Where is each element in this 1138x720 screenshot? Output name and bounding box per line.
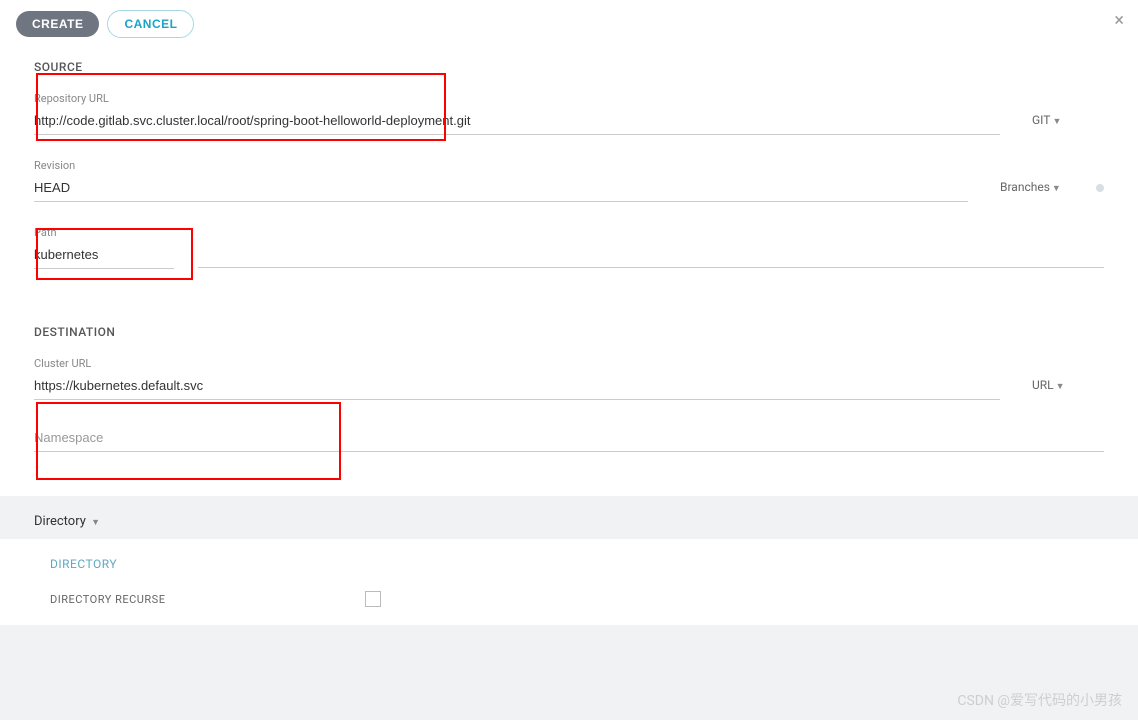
dialog-header: CREATE CANCEL × <box>0 0 1138 48</box>
caret-down-icon: ▼ <box>1052 117 1061 127</box>
repository-url-field: Repository URL <box>34 92 1000 135</box>
revision-input[interactable] <box>34 174 968 202</box>
recurse-checkbox[interactable] <box>365 591 381 607</box>
status-indicator-icon <box>1096 184 1104 192</box>
source-section: SOURCE Repository URL GIT▼ Revision Bran… <box>0 48 1138 299</box>
revision-field: Revision <box>34 159 968 202</box>
path-label: Path <box>34 226 174 239</box>
close-icon[interactable]: × <box>1114 12 1124 30</box>
caret-down-icon: ▼ <box>91 518 100 528</box>
path-field: Path <box>34 226 174 269</box>
directory-type-dropdown[interactable]: Directory ▼ <box>0 496 1138 539</box>
repository-url-label: Repository URL <box>34 92 1000 105</box>
source-title: SOURCE <box>34 60 1104 74</box>
revision-type-dropdown[interactable]: Branches▼ <box>992 180 1072 202</box>
recurse-label: DIRECTORY RECURSE <box>50 593 165 606</box>
path-input[interactable] <box>34 241 174 269</box>
destination-title: DESTINATION <box>34 325 1104 339</box>
revision-label: Revision <box>34 159 968 172</box>
repo-type-dropdown[interactable]: GIT▼ <box>1024 113 1104 135</box>
caret-down-icon: ▼ <box>1052 184 1061 194</box>
namespace-field <box>34 424 1104 452</box>
create-button[interactable]: CREATE <box>16 11 99 37</box>
destination-section: DESTINATION Cluster URL URL▼ <box>0 313 1138 482</box>
caret-down-icon: ▼ <box>1056 382 1065 392</box>
watermark-text: CSDN @爱写代码的小男孩 <box>957 690 1122 710</box>
namespace-input[interactable] <box>34 424 1104 452</box>
cluster-url-input[interactable] <box>34 372 1000 400</box>
cluster-url-label: Cluster URL <box>34 357 1000 370</box>
repository-url-input[interactable] <box>34 107 1000 135</box>
directory-section: DIRECTORY DIRECTORY RECURSE <box>0 539 1138 625</box>
cancel-button[interactable]: CANCEL <box>107 10 194 38</box>
cluster-url-field: Cluster URL <box>34 357 1000 400</box>
cluster-type-dropdown[interactable]: URL▼ <box>1024 378 1104 400</box>
directory-title: DIRECTORY <box>50 557 1088 571</box>
